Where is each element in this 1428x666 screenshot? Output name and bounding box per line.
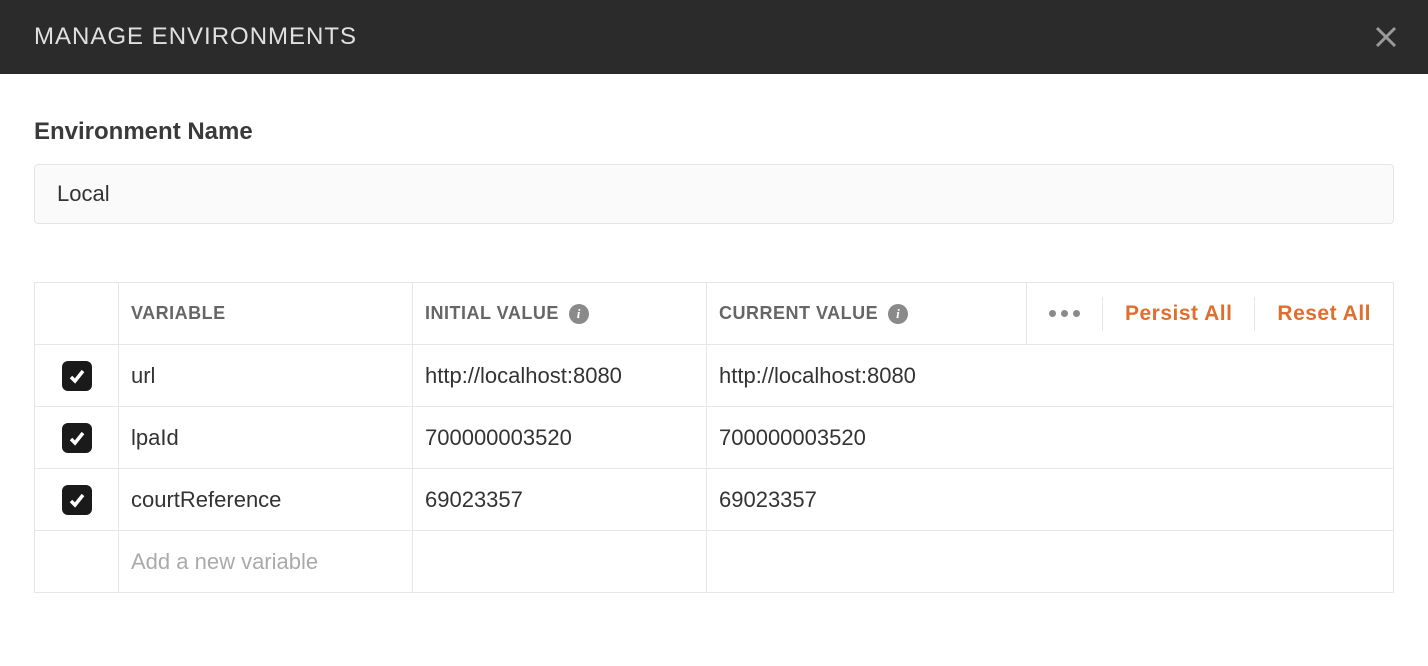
persist-all-button[interactable]: Persist All [1103, 297, 1255, 331]
current-value: 700000003520 [719, 425, 866, 450]
modal-title: MANAGE ENVIRONMENTS [34, 23, 357, 51]
variable-name: lpaId [131, 425, 179, 450]
enable-checkbox[interactable] [62, 361, 92, 391]
initial-value: http://localhost:8080 [425, 363, 622, 388]
header-initial-value-label: INITIAL VALUE [425, 303, 559, 324]
modal-body: Environment Name VARIABLE INITIAL VALU [0, 74, 1428, 593]
current-value: 69023357 [719, 487, 817, 512]
check-icon [68, 429, 86, 447]
enable-checkbox[interactable] [62, 485, 92, 515]
row-checkbox-cell [35, 531, 119, 593]
table-row-new [35, 531, 1394, 593]
more-actions-button[interactable] [1027, 297, 1103, 331]
initial-value: 700000003520 [425, 425, 572, 450]
variable-cell[interactable]: lpaId [119, 407, 413, 469]
environment-name-input[interactable] [34, 164, 1394, 224]
variable-name: courtReference [131, 487, 281, 512]
info-icon[interactable]: i [888, 304, 908, 324]
table-row: url http://localhost:8080 http://localho… [35, 345, 1394, 407]
current-value-cell[interactable]: 700000003520 [707, 407, 1394, 469]
current-value: http://localhost:8080 [719, 363, 916, 388]
info-icon[interactable]: i [569, 304, 589, 324]
initial-value-cell[interactable]: http://localhost:8080 [413, 345, 707, 407]
initial-value: 69023357 [425, 487, 523, 512]
table-row: lpaId 700000003520 700000003520 [35, 407, 1394, 469]
enable-checkbox[interactable] [62, 423, 92, 453]
variables-table: VARIABLE INITIAL VALUE i CURRENT VALUE [34, 282, 1394, 593]
header-checkbox-col [35, 283, 119, 345]
header-initial-value: INITIAL VALUE i [413, 283, 707, 345]
reset-all-button[interactable]: Reset All [1255, 297, 1393, 331]
variables-table-wrap: VARIABLE INITIAL VALUE i CURRENT VALUE [34, 282, 1394, 593]
new-variable-cell[interactable] [119, 531, 413, 593]
current-value-cell[interactable]: http://localhost:8080 [707, 345, 1394, 407]
header-variable: VARIABLE [119, 283, 413, 345]
current-value-cell[interactable]: 69023357 [707, 469, 1394, 531]
environment-name-label: Environment Name [34, 118, 1394, 146]
new-variable-input[interactable] [131, 531, 400, 592]
header-variable-label: VARIABLE [131, 303, 226, 324]
variable-name: url [131, 363, 155, 388]
table-header-row: VARIABLE INITIAL VALUE i CURRENT VALUE [35, 283, 1394, 345]
new-current-value-cell[interactable] [707, 531, 1394, 593]
header-current-value: CURRENT VALUE i Persist All Reset All [707, 283, 1394, 345]
variable-cell[interactable]: url [119, 345, 413, 407]
more-icon [1049, 310, 1080, 317]
row-checkbox-cell [35, 469, 119, 531]
row-checkbox-cell [35, 407, 119, 469]
variable-cell[interactable]: courtReference [119, 469, 413, 531]
table-row: courtReference 69023357 69023357 [35, 469, 1394, 531]
row-checkbox-cell [35, 345, 119, 407]
initial-value-cell[interactable]: 69023357 [413, 469, 707, 531]
new-initial-value-cell[interactable] [413, 531, 707, 593]
check-icon [68, 367, 86, 385]
modal-header: MANAGE ENVIRONMENTS [0, 0, 1428, 74]
close-icon [1375, 26, 1397, 48]
header-current-value-label: CURRENT VALUE [719, 303, 878, 324]
initial-value-cell[interactable]: 700000003520 [413, 407, 707, 469]
close-button[interactable] [1372, 23, 1400, 51]
check-icon [68, 491, 86, 509]
